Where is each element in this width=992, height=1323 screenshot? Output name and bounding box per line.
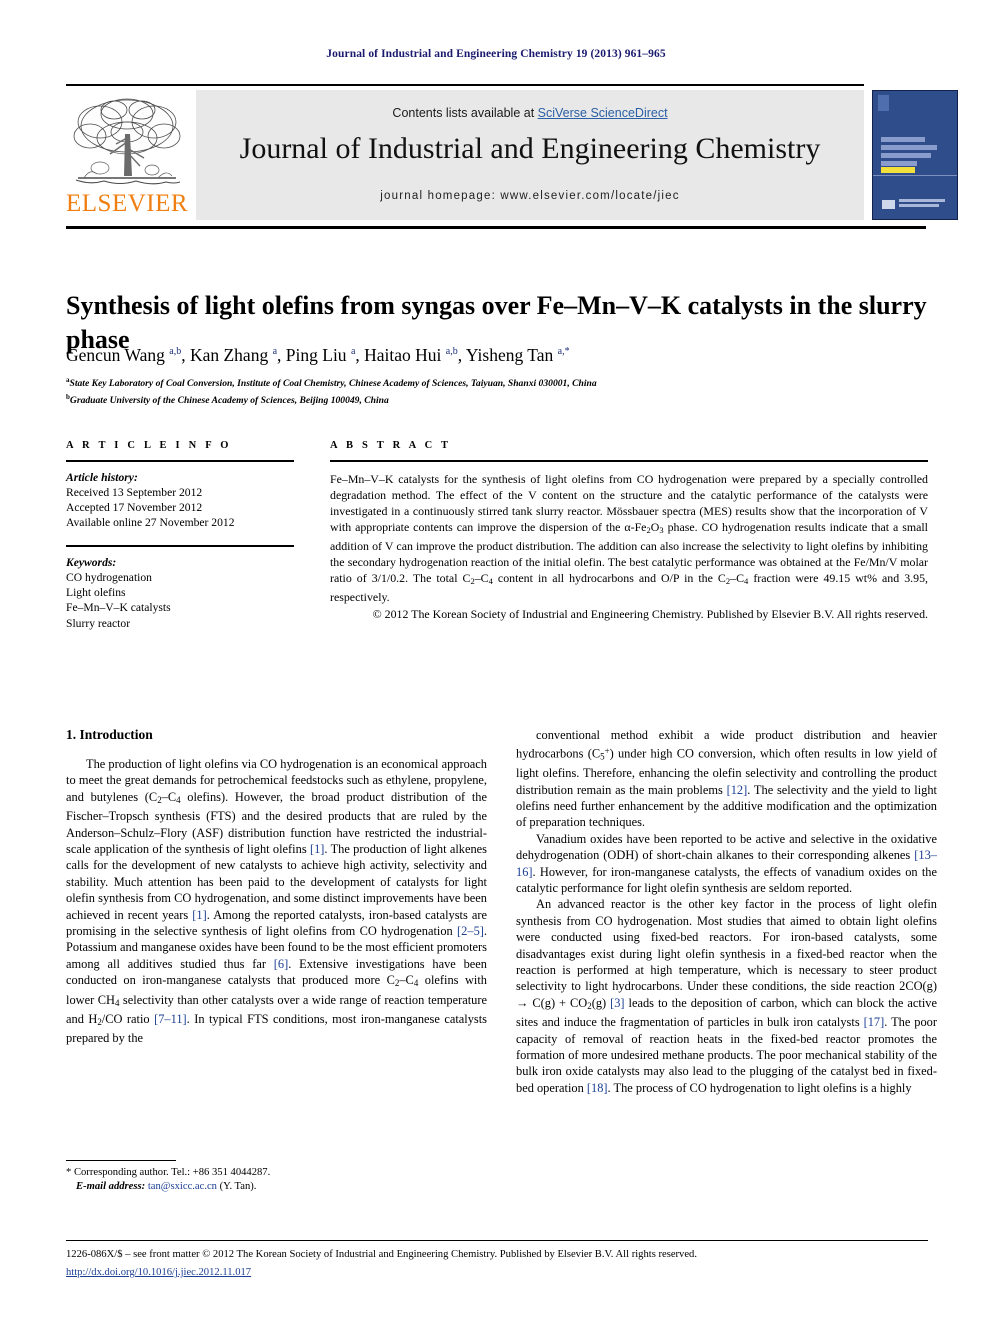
elsevier-wordmark: ELSEVIER bbox=[66, 190, 189, 217]
history-online: Available online 27 November 2012 bbox=[66, 516, 235, 530]
affiliations: aState Key Laboratory of Coal Conversion… bbox=[66, 374, 928, 407]
body-column-left: 1. Introduction The production of light … bbox=[66, 727, 487, 1047]
contents-available-line: Contents lists available at SciVerse Sci… bbox=[196, 106, 864, 120]
body-column-right: conventional method exhibit a wide produ… bbox=[516, 727, 937, 1096]
cover-corner-mark bbox=[878, 95, 889, 111]
cover-accent-bar bbox=[881, 167, 915, 173]
article-history-header: Article history: bbox=[66, 470, 138, 484]
journal-homepage-line[interactable]: journal homepage: www.elsevier.com/locat… bbox=[196, 190, 864, 202]
article-info-column: A R T I C L E I N F O Article history: R… bbox=[66, 440, 294, 631]
keyword-item: Slurry reactor bbox=[66, 616, 131, 630]
masthead-top-rule bbox=[66, 84, 864, 86]
paragraph: Vanadium oxides have been reported to be… bbox=[516, 831, 937, 895]
cover-divider bbox=[873, 175, 957, 176]
masthead-bottom-rule bbox=[66, 226, 926, 229]
footer-rule bbox=[66, 1240, 928, 1242]
abstract-column: A B S T R A C T Fe–Mn–V–K catalysts for … bbox=[330, 440, 928, 622]
journal-band: Contents lists available at SciVerse Sci… bbox=[196, 90, 864, 220]
keywords-block: Keywords: CO hydrogenation Light olefins… bbox=[66, 555, 294, 631]
keyword-item: Fe–Mn–V–K catalysts bbox=[66, 601, 171, 615]
keyword-item: Light olefins bbox=[66, 586, 126, 600]
section-heading-introduction: 1. Introduction bbox=[66, 727, 153, 742]
running-head: Journal of Industrial and Engineering Ch… bbox=[326, 48, 666, 60]
author-list: Gencun Wang a,b, Kan Zhang a, Ping Liu a… bbox=[66, 345, 570, 365]
footnote-corresponding: * Corresponding author. Tel.: +86 351 40… bbox=[66, 1167, 271, 1179]
affiliation-a: aState Key Laboratory of Coal Conversion… bbox=[66, 376, 597, 390]
abstract-label: A B S T R A C T bbox=[330, 440, 452, 451]
paragraph: The production of light olefins via CO h… bbox=[66, 757, 487, 1046]
article-info-rule bbox=[66, 460, 294, 462]
keywords-header: Keywords: bbox=[66, 555, 117, 569]
cover-title-lines bbox=[881, 137, 943, 169]
article-history-block: Article history: Received 13 September 2… bbox=[66, 470, 294, 531]
page-footer: 1226-086X/$ – see front matter © 2012 Th… bbox=[66, 1240, 928, 1280]
journal-masthead: ELSEVIER Contents lists available at Sci… bbox=[66, 84, 958, 229]
elsevier-tree-icon bbox=[73, 98, 181, 185]
corresponding-author-footnote: * Corresponding author. Tel.: +86 351 40… bbox=[66, 1160, 487, 1193]
history-accepted: Accepted 17 November 2012 bbox=[66, 500, 203, 514]
cover-society-mark bbox=[882, 199, 948, 209]
paragraph: An advanced reactor is the other key fac… bbox=[516, 897, 937, 1095]
history-received: Received 13 September 2012 bbox=[66, 485, 203, 499]
abstract-copyright: © 2012 The Korean Society of Industrial … bbox=[372, 607, 928, 621]
keyword-item: CO hydrogenation bbox=[66, 571, 152, 585]
sciencedirect-link[interactable]: SciVerse ScienceDirect bbox=[538, 106, 668, 120]
contents-prefix: Contents lists available at bbox=[392, 106, 538, 120]
article-info-label: A R T I C L E I N F O bbox=[66, 440, 232, 451]
journal-cover-thumbnail[interactable] bbox=[872, 90, 958, 220]
journal-title: Journal of Industrial and Engineering Ch… bbox=[239, 132, 821, 165]
paragraph: conventional method exhibit a wide produ… bbox=[516, 728, 937, 830]
affiliation-b: bGraduate University of the Chinese Acad… bbox=[66, 392, 389, 406]
doi-link[interactable]: http://dx.doi.org/10.1016/j.jiec.2012.11… bbox=[66, 1267, 251, 1278]
front-matter-line: 1226-086X/$ – see front matter © 2012 Th… bbox=[66, 1249, 697, 1261]
elsevier-logo: ELSEVIER bbox=[66, 90, 188, 220]
footnote-rule bbox=[66, 1160, 176, 1162]
abstract-rule bbox=[330, 460, 928, 462]
footnote-email: E-mail address: tan@sxicc.ac.cn (Y. Tan)… bbox=[76, 1180, 257, 1192]
abstract-body: Fe–Mn–V–K catalysts for the synthesis of… bbox=[330, 471, 928, 604]
keywords-rule bbox=[66, 545, 294, 547]
journal-article-page: Journal of Industrial and Engineering Ch… bbox=[0, 0, 992, 1323]
